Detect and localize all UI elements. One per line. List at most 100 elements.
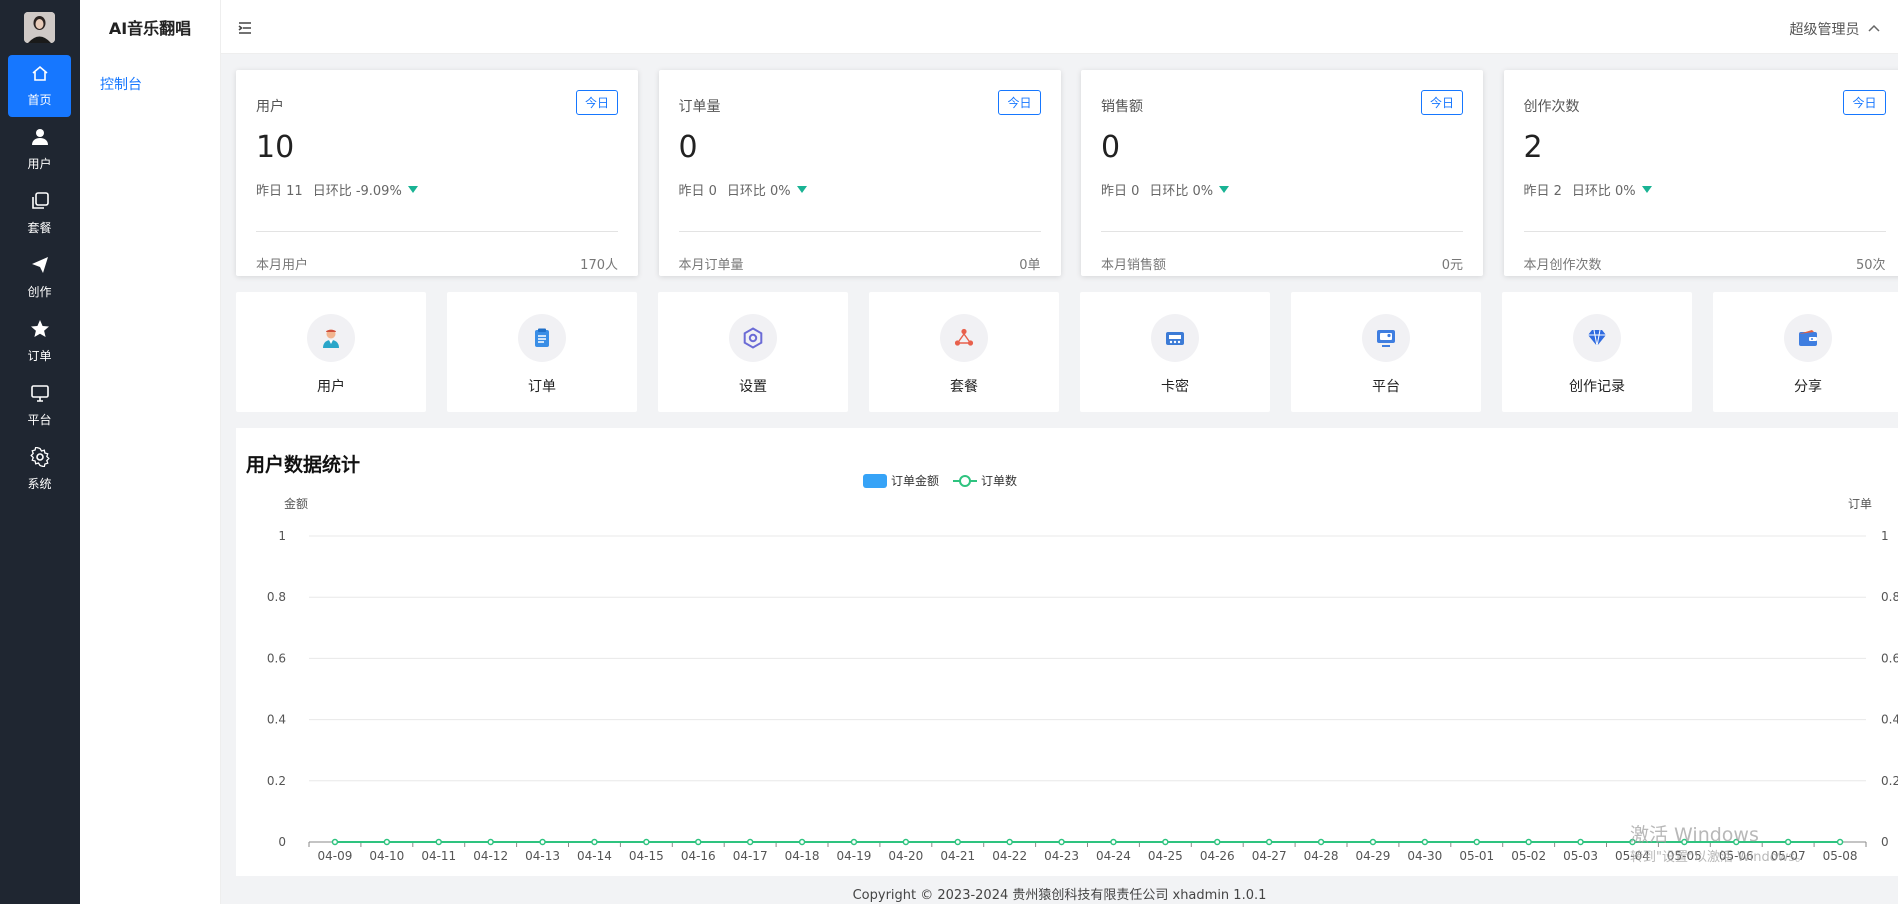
home-icon [8, 63, 71, 89]
quick-entry[interactable]: 平台 [1291, 292, 1481, 412]
point-order-count [1214, 838, 1221, 846]
nav-item-5[interactable]: 平台 [8, 375, 71, 437]
footer: Copyright © 2023-2024 贵州猿创科技有限责任公司 xhadm… [852, 888, 1267, 903]
legend-label: 订单数 [981, 473, 1017, 488]
x-tick-label: 05-08 [1823, 849, 1858, 863]
quick-entry[interactable]: 卡密 [1080, 292, 1270, 412]
stat-card: 创作次数 今日 2 昨日 2 日环比 0% 本月创作次数 50次 [1503, 70, 1898, 276]
platform-icon [1377, 330, 1395, 347]
quick-entry-label: 套餐 [950, 379, 978, 395]
stat-title: 创作次数 [1523, 99, 1580, 115]
x-tick-label: 04-10 [369, 849, 404, 863]
hexagon-settings-icon [743, 327, 763, 349]
quick-entry[interactable]: 创作记录 [1502, 292, 1692, 412]
x-tick-label: 04-19 [837, 849, 872, 863]
divider [1101, 231, 1463, 232]
x-tick-label: 04-26 [1200, 849, 1235, 863]
menu-collapse-icon[interactable] [237, 20, 253, 36]
point-order-count [850, 838, 858, 846]
stat-ratio: 日环比 -9.09% [312, 184, 402, 199]
today-badge[interactable]: 今日 [1420, 90, 1463, 115]
x-tick-label: 04-13 [525, 849, 560, 863]
stat-ratio: 日环比 0% [1149, 184, 1214, 199]
month-label: 本月用户 [256, 258, 309, 273]
stat-card: 订单量 今日 0 昨日 0 日环比 0% 本月订单量 0单 [658, 70, 1061, 276]
x-tick-label: 04-17 [733, 849, 768, 863]
quick-entry[interactable]: 分享 [1713, 292, 1898, 412]
diamond-icon [1588, 329, 1606, 347]
stat-ratio: 日环比 0% [726, 184, 791, 199]
user-menu[interactable]: 超级管理员 [1790, 19, 1880, 39]
card-icon [1166, 332, 1184, 345]
today-badge[interactable]: 今日 [1843, 90, 1886, 115]
order-chart: 0 0 0.2 0.2 0.4 0.4 0.6 0.6 0.8 0.8 1 1 金额 订单 04-09 04-… [267, 473, 1898, 863]
x-tick-label: 04-22 [992, 849, 1027, 863]
point-order-count [1784, 838, 1792, 846]
sidebar-item-console[interactable]: 控制台 [100, 74, 220, 94]
main-content: 用户 今日 10 昨日 11 日环比 -9.09% 本月用户 170人 订单量 今日 0 昨日 0日… [221, 54, 1898, 904]
x-tick-label: 04-20 [888, 849, 923, 863]
point-order-count [1110, 838, 1117, 846]
point-order-count [902, 838, 910, 846]
point-order-count [1058, 838, 1065, 846]
month-label: 本月创作次数 [1523, 258, 1602, 273]
point-order-count [1317, 838, 1325, 846]
send-icon [8, 255, 71, 281]
quick-entry[interactable]: 用户 [236, 292, 426, 412]
point-order-count [1162, 838, 1169, 846]
quick-entry-label: 设置 [739, 379, 767, 395]
month-value: 0元 [1441, 258, 1463, 273]
point-order-count [591, 838, 598, 846]
today-badge[interactable]: 今日 [998, 90, 1041, 115]
trend-down-icon [1219, 186, 1230, 193]
quick-entry-label: 卡密 [1161, 379, 1189, 395]
x-tick-label: 04-25 [1148, 849, 1183, 863]
y-tick-left: 0.8 [267, 590, 286, 604]
nav-item-3[interactable]: 创作 [8, 247, 71, 309]
x-tick-label: 04-28 [1304, 849, 1339, 863]
y-tick-right: 0.8 [1881, 590, 1898, 604]
point-order-count [643, 838, 650, 846]
x-tick-label: 04-12 [473, 849, 508, 863]
quick-entry[interactable]: 设置 [658, 292, 848, 412]
gear-icon [8, 446, 71, 473]
chevron-up-icon [1868, 24, 1880, 32]
quick-entry-label: 平台 [1372, 379, 1400, 395]
stat-value: 0 [1101, 130, 1121, 165]
x-tick-label: 04-29 [1356, 849, 1391, 863]
nav-item-4[interactable]: 订单 [8, 311, 71, 373]
today-badge[interactable]: 今日 [575, 90, 618, 115]
nav-item-1[interactable]: 用户 [8, 119, 71, 181]
nav-item-0[interactable]: 首页 [8, 55, 71, 117]
quick-entry[interactable]: 订单 [447, 292, 637, 412]
star-icon [8, 319, 71, 345]
y-tick-left: 1 [278, 529, 286, 543]
stat-yesterday: 昨日 0 [1101, 184, 1140, 199]
quick-entry[interactable]: 套餐 [869, 292, 1059, 412]
y-tick-left: 0.4 [267, 713, 286, 727]
point-order-count [954, 838, 961, 846]
stat-title: 订单量 [678, 99, 721, 115]
avatar[interactable] [24, 12, 55, 43]
y-tick-right: 0.6 [1881, 651, 1898, 665]
stat-value: 2 [1523, 130, 1543, 165]
person-avatar-icon [323, 329, 339, 348]
username: 超级管理员 [1789, 22, 1860, 38]
nav-item-2[interactable]: 套餐 [8, 183, 71, 245]
x-tick-label: 04-14 [577, 849, 612, 863]
trend-down-icon [407, 186, 418, 193]
nav-item-label: 首页 [27, 93, 52, 107]
stat-card: 销售额 今日 0 昨日 0 日环比 0% 本月销售额 0元 [1081, 70, 1483, 276]
point-order-count [435, 838, 442, 846]
month-value: 170人 [580, 258, 618, 273]
stat-value: 10 [256, 130, 295, 165]
nav-item-label: 订单 [27, 349, 52, 363]
user-icon [8, 127, 71, 153]
point-order-count [1006, 838, 1013, 846]
y-tick-right: 0.4 [1881, 713, 1898, 727]
nav-item-6[interactable]: 系统 [8, 439, 71, 501]
month-label: 本月订单量 [678, 258, 744, 273]
point-order-count [1577, 838, 1584, 846]
copy-icon [8, 191, 71, 217]
y-tick-left: 0.6 [267, 651, 286, 665]
